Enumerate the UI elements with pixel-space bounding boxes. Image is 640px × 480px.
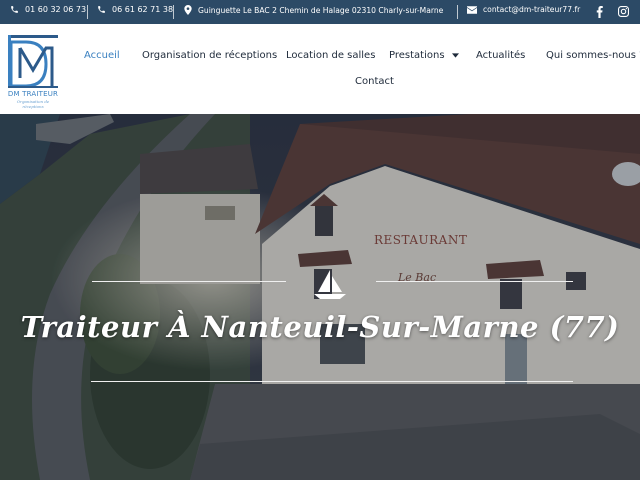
top-contact-bar: 01 60 32 06 73 06 61 62 71 38 Guinguette… bbox=[0, 0, 640, 24]
divider bbox=[457, 5, 458, 19]
site-header: DM TRAITEUR Organisation de réceptions A… bbox=[0, 24, 640, 114]
nav-location-salles[interactable]: Location de salles bbox=[286, 50, 375, 61]
sailboat-icon bbox=[314, 270, 346, 299]
nav-organisation-receptions[interactable]: Organisation de réceptions bbox=[142, 50, 277, 61]
restaurant-sign: RESTAURANT bbox=[374, 233, 468, 247]
decor-line-top-left bbox=[92, 281, 286, 282]
map-pin-icon bbox=[184, 5, 192, 15]
facebook-icon[interactable] bbox=[596, 6, 603, 18]
address-text: Guinguette Le BAC 2 Chemin de Halage 023… bbox=[198, 5, 444, 15]
nav-qui-sommes-nous[interactable]: Qui sommes-nous ? bbox=[546, 50, 640, 61]
divider bbox=[87, 5, 88, 19]
phone-icon bbox=[11, 6, 18, 13]
decor-line-bottom bbox=[91, 381, 573, 382]
instagram-icon[interactable] bbox=[618, 6, 629, 17]
hero-title: Traiteur À Nanteuil-Sur-Marne (77) bbox=[20, 310, 620, 344]
address[interactable]: Guinguette Le BAC 2 Chemin de Halage 023… bbox=[184, 5, 443, 15]
email[interactable]: contact@dm-traiteur77.fr bbox=[467, 5, 580, 14]
nav-accueil[interactable]: Accueil bbox=[84, 50, 120, 61]
hero-banner: RESTAURANT Le Bac Traiteur À Nanteuil-Su… bbox=[0, 114, 640, 480]
decor-line-top-right bbox=[376, 281, 573, 282]
divider bbox=[173, 5, 174, 19]
phone-1[interactable]: 01 60 32 06 73 bbox=[10, 5, 86, 14]
logo-tagline: Organisation de réceptions bbox=[16, 99, 50, 109]
phone-icon bbox=[98, 6, 105, 13]
nav-contact[interactable]: Contact bbox=[355, 76, 394, 87]
email-text: contact@dm-traiteur77.fr bbox=[483, 5, 581, 14]
dm-monogram-logo bbox=[8, 35, 58, 88]
envelope-icon bbox=[467, 5, 477, 14]
phone-1-text: 01 60 32 06 73 bbox=[25, 5, 87, 14]
le-bac-sign: Le Bac bbox=[398, 271, 437, 284]
phone-2[interactable]: 06 61 62 71 38 bbox=[97, 5, 173, 14]
logo-name: DM TRAITEUR bbox=[7, 90, 59, 98]
nav-actualites[interactable]: Actualités bbox=[476, 50, 525, 61]
phone-2-text: 06 61 62 71 38 bbox=[112, 5, 174, 14]
nav-prestations-label: Prestations bbox=[389, 50, 445, 61]
site-logo[interactable]: DM TRAITEUR Organisation de réceptions bbox=[6, 32, 60, 109]
caret-down-icon bbox=[451, 52, 459, 58]
nav-prestations[interactable]: Prestations bbox=[389, 50, 459, 61]
